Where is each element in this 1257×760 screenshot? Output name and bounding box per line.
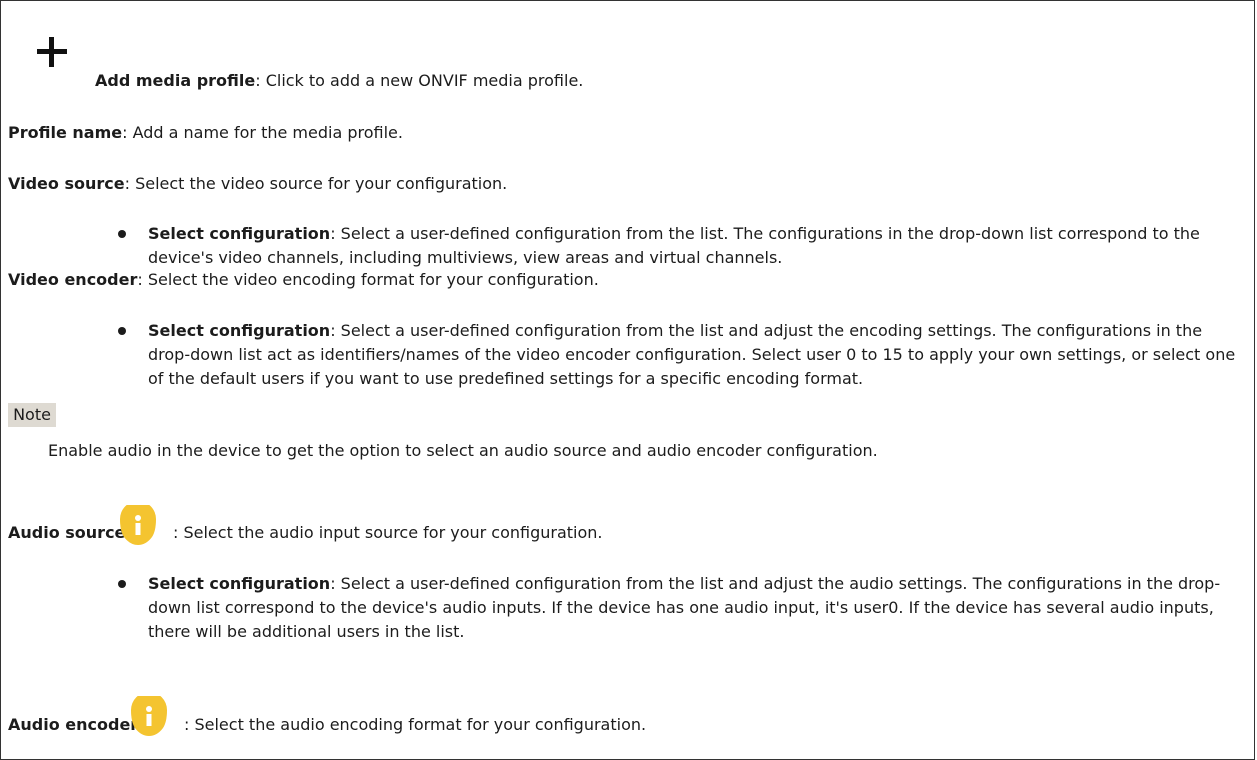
video-encoder-line: Video encoder: Select the video encoding…	[8, 268, 599, 292]
audio-source-bullet-label: Select configuration	[148, 574, 331, 593]
video-source-bullet: Select configuration: Select a user-defi…	[148, 222, 1243, 270]
add-media-profile-label: Add media profile	[95, 71, 256, 90]
video-encoder-label: Video encoder	[8, 270, 138, 289]
bullet-icon	[118, 327, 126, 335]
add-media-profile-text: : Click to add a new ONVIF media profile…	[255, 71, 584, 90]
plus-icon[interactable]	[37, 37, 67, 67]
audio-encoder-text: : Select the audio encoding format for y…	[184, 715, 647, 734]
video-source-bullet-label: Select configuration	[148, 224, 331, 243]
note-label: Note	[8, 403, 56, 427]
video-encoder-bullet-label: Select configuration	[148, 321, 331, 340]
audio-source-label: Audio source	[8, 521, 125, 545]
audio-source-text: : Select the audio input source for your…	[173, 523, 603, 542]
audio-source-label-text: Audio source	[8, 523, 126, 542]
bullet-icon	[118, 230, 126, 238]
info-icon[interactable]	[127, 696, 171, 740]
profile-name-text: : Add a name for the media profile.	[122, 123, 403, 142]
profile-name-line: Profile name: Add a name for the media p…	[8, 121, 403, 145]
audio-encoder-label: Audio encoder	[8, 713, 138, 737]
audio-encoder-label-text: Audio encoder	[8, 715, 139, 734]
info-icon[interactable]	[116, 505, 160, 549]
video-source-text: : Select the video source for your confi…	[124, 174, 508, 193]
audio-source-bullet: Select configuration: Select a user-defi…	[148, 572, 1243, 644]
note-text: Enable audio in the device to get the op…	[48, 441, 878, 460]
video-encoder-text: : Select the video encoding format for y…	[137, 270, 599, 289]
video-source-label: Video source	[8, 174, 125, 193]
add-media-profile-line: Add media profile: Click to add a new ON…	[95, 69, 583, 93]
video-source-line: Video source: Select the video source fo…	[8, 172, 507, 196]
video-encoder-bullet: Select configuration: Select a user-defi…	[148, 319, 1243, 391]
bullet-icon	[118, 580, 126, 588]
profile-name-label: Profile name	[8, 123, 123, 142]
